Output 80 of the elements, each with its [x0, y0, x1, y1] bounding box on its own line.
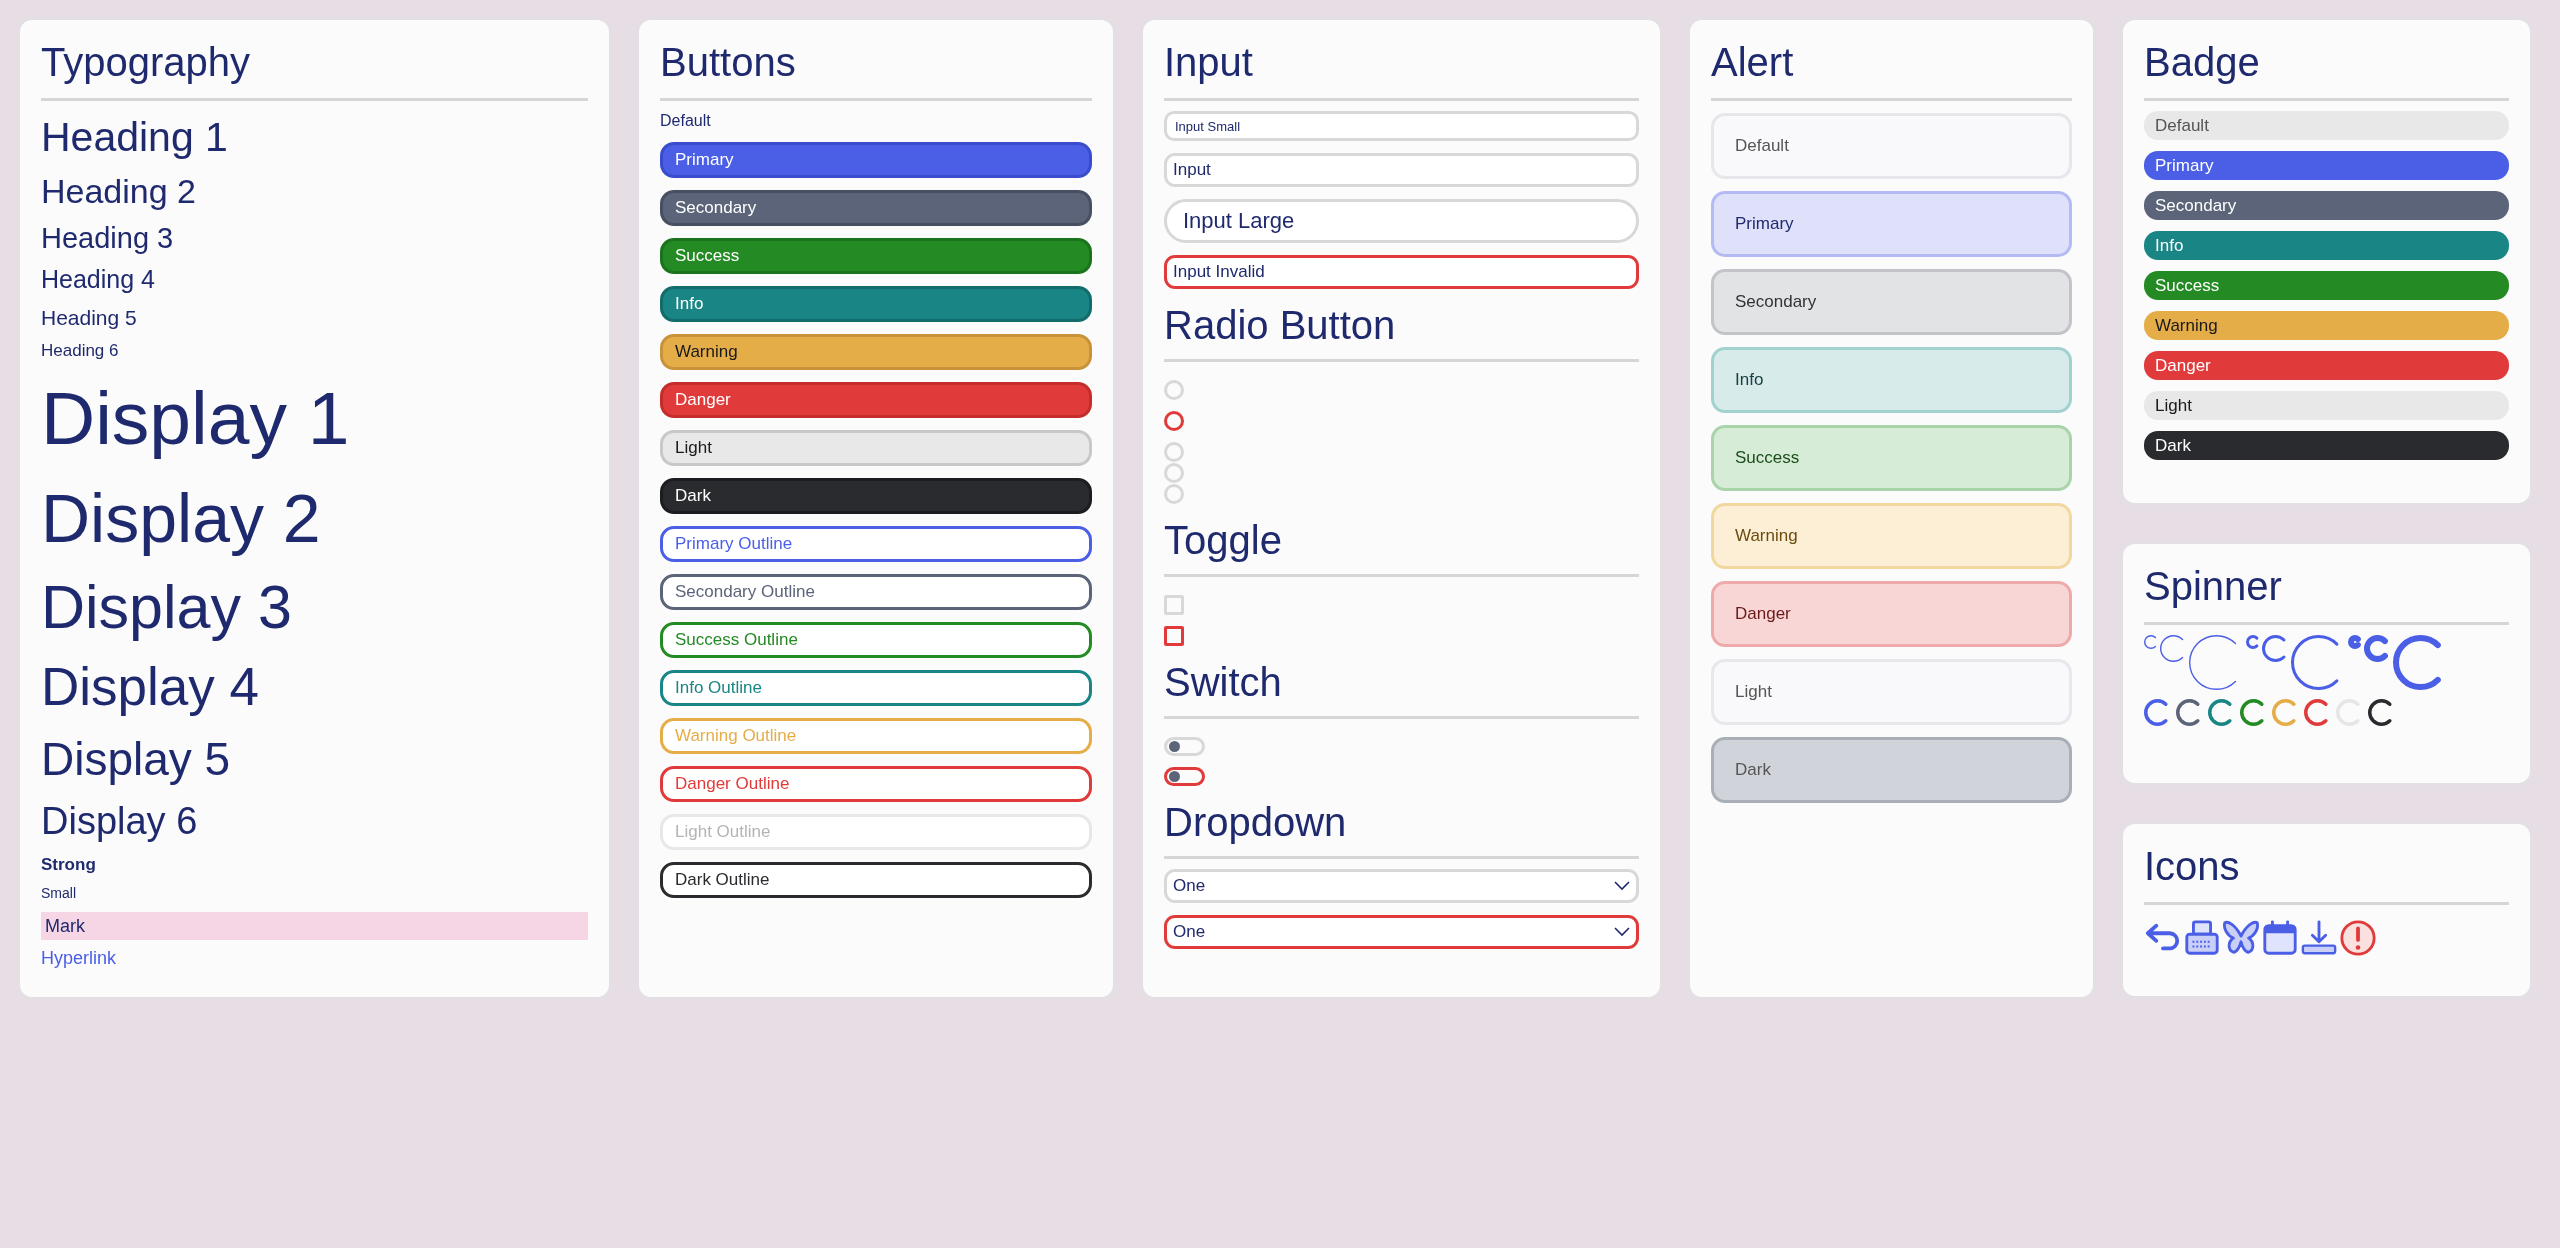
- badge: Info: [2144, 231, 2509, 260]
- button[interactable]: Warning: [660, 334, 1092, 370]
- section-title: Radio Button: [1164, 301, 1639, 362]
- display-text: Display 2: [41, 479, 322, 558]
- download-icon: [2300, 919, 2338, 957]
- card-title: Typography: [41, 38, 588, 101]
- alert: Light: [1711, 659, 2072, 725]
- button[interactable]: Danger Outline: [660, 766, 1092, 802]
- badge: Secondary: [2144, 191, 2509, 220]
- radio-button[interactable]: [1164, 411, 1184, 431]
- alert: Default: [1711, 113, 2072, 179]
- button[interactable]: Secondary: [660, 190, 1092, 226]
- card-title: Alert: [1711, 38, 2072, 101]
- switch[interactable]: [1164, 767, 1205, 786]
- checkbox[interactable]: [1164, 626, 1184, 646]
- display-text: Display 6: [41, 799, 199, 844]
- heading-text: Heading 6: [41, 340, 120, 362]
- alert-icon: [2339, 919, 2377, 957]
- section-title: Switch: [1164, 658, 1639, 719]
- dropdown[interactable]: One: [1164, 869, 1639, 903]
- marked-text: Mark: [41, 912, 588, 940]
- alert: Secondary: [1711, 269, 2072, 335]
- input-field[interactable]: Input Small: [1164, 111, 1639, 141]
- badge: Light: [2144, 391, 2509, 420]
- dropdown[interactable]: One: [1164, 915, 1639, 949]
- section-title: Dropdown: [1164, 798, 1639, 859]
- section-title: Toggle: [1164, 516, 1639, 577]
- heading-text: Heading 3: [41, 221, 175, 256]
- spinner-icon: [2144, 635, 2158, 649]
- butterfly-icon: [2222, 919, 2260, 957]
- badge: Danger: [2144, 351, 2509, 380]
- alert: Danger: [1711, 581, 2072, 647]
- chevron-icon: [1614, 927, 1630, 937]
- strong-text: Strong: [41, 854, 97, 876]
- display-text: Display 5: [41, 732, 232, 787]
- button[interactable]: Success: [660, 238, 1092, 274]
- button[interactable]: Dark Outline: [660, 862, 1092, 898]
- spinner-icon: [2246, 635, 2260, 649]
- badge: Default: [2144, 111, 2509, 140]
- display-text: Display 1: [41, 375, 351, 462]
- input-field[interactable]: Input Large: [1164, 199, 1639, 243]
- badge: Dark: [2144, 431, 2509, 460]
- button[interactable]: Success Outline: [660, 622, 1092, 658]
- card-title: Badge: [2144, 38, 2509, 101]
- small-text: Small: [41, 884, 77, 903]
- button[interactable]: Dark: [660, 478, 1092, 514]
- button[interactable]: Primary Outline: [660, 526, 1092, 562]
- chevron-icon: [1614, 881, 1630, 891]
- group-label: Default: [660, 111, 711, 131]
- spinner-icon: [2364, 635, 2391, 662]
- display-text: Display 4: [41, 656, 260, 718]
- button[interactable]: Primary: [660, 142, 1092, 178]
- button[interactable]: Secondary Outline: [660, 574, 1092, 610]
- button[interactable]: Info: [660, 286, 1092, 322]
- button[interactable]: Danger: [660, 382, 1092, 418]
- card-title: Input: [1164, 38, 1639, 101]
- card-title: Spinner: [2144, 562, 2509, 625]
- alert: Dark: [1711, 737, 2072, 803]
- input-field[interactable]: Input Invalid: [1164, 255, 1639, 289]
- badge: Success: [2144, 271, 2509, 300]
- input-field[interactable]: Input: [1164, 153, 1639, 187]
- hyperlink[interactable]: Hyperlink: [41, 940, 117, 976]
- spinner-icon: [2348, 635, 2362, 649]
- heading-text: Heading 2: [41, 171, 197, 212]
- alert: Primary: [1711, 191, 2072, 257]
- badge: Warning: [2144, 311, 2509, 340]
- badge: Primary: [2144, 151, 2509, 180]
- heading-text: Heading 4: [41, 264, 156, 295]
- alert: Warning: [1711, 503, 2072, 569]
- card-title: Buttons: [660, 38, 1092, 101]
- card-title: Icons: [2144, 842, 2509, 905]
- button[interactable]: Light: [660, 430, 1092, 466]
- calendar-icon: [2261, 919, 2299, 957]
- printer-icon: [2183, 919, 2221, 957]
- button[interactable]: Info Outline: [660, 670, 1092, 706]
- heading-text: Heading 5: [41, 305, 138, 331]
- display-text: Display 3: [41, 572, 293, 643]
- alert: Success: [1711, 425, 2072, 491]
- alert: Info: [1711, 347, 2072, 413]
- heading-text: Heading 1: [41, 113, 229, 162]
